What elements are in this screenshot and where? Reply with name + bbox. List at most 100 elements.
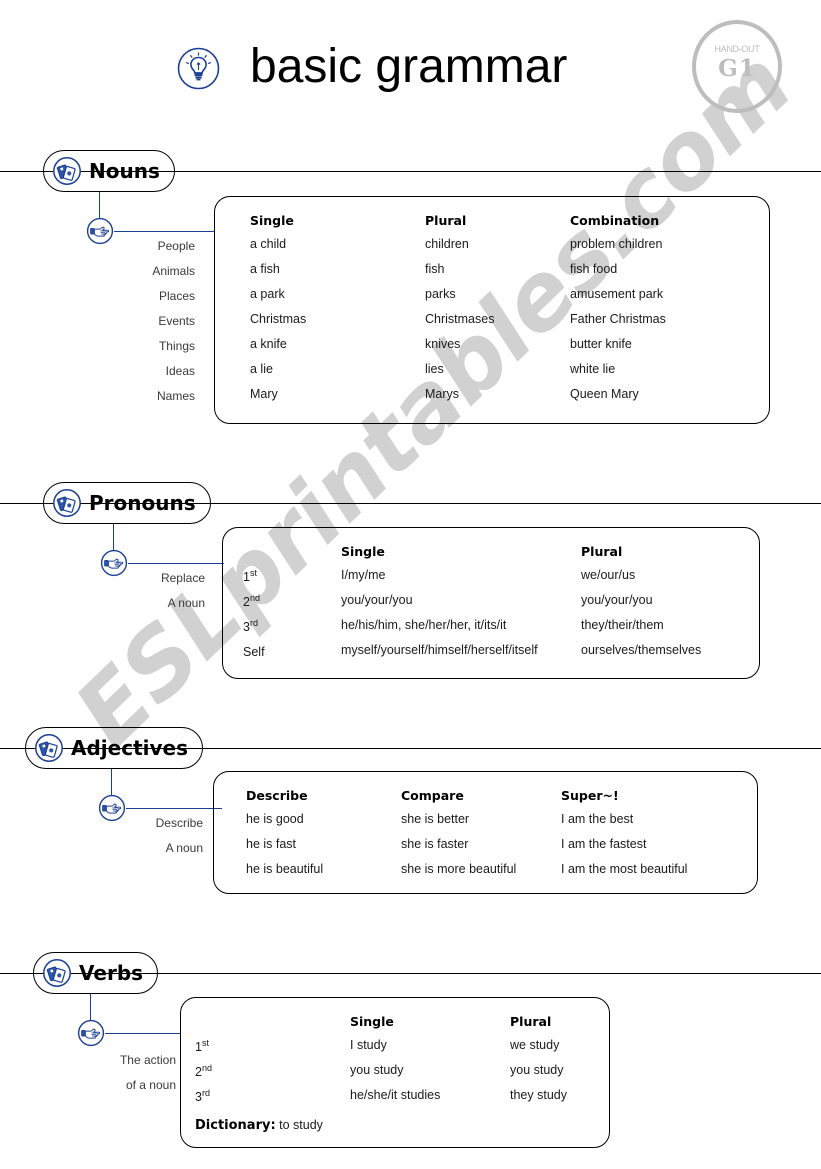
cell: I am the most beautiful [561, 862, 688, 876]
column-header: Compare [401, 788, 464, 803]
table-panel-nouns: Single Plural Combination a child childr… [214, 196, 770, 424]
column-header: Plural [425, 213, 467, 228]
table-row: 2nd you/your/you you/your/you [243, 593, 759, 618]
adjectives-table: Describe Compare Super~! he is good she … [246, 788, 757, 887]
row-header: 3rd [243, 618, 258, 635]
cards-icon [42, 958, 72, 988]
cell: myself/yourself/himself/herself/itself [341, 643, 538, 657]
side-label: Describe [155, 816, 203, 830]
pointing-hand-icon [77, 1019, 105, 1047]
cell: lies [425, 362, 444, 376]
table-row: 3rd he/she/it studies they study [195, 1088, 609, 1113]
section-pill-pronouns[interactable]: Pronouns [43, 482, 211, 524]
connector-horizontal-nouns [114, 231, 215, 232]
cell: Queen Mary [570, 387, 639, 401]
handout-badge-code: G1 [718, 55, 756, 82]
cards-icon [52, 156, 82, 186]
cell: we study [510, 1038, 560, 1052]
table-panel-verbs: Single Plural 1st I study we study 2nd y… [180, 997, 610, 1148]
side-label: Events [158, 314, 195, 328]
cell: I am the best [561, 812, 634, 826]
table-row: a knife knives butter knife [250, 337, 769, 362]
table-header-row: Single Plural [243, 544, 759, 568]
cell: a fish [250, 262, 280, 276]
cell: amusement park [570, 287, 664, 301]
side-label: Replace [160, 571, 205, 585]
cell: white lie [570, 362, 616, 376]
cell: butter knife [570, 337, 632, 351]
dictionary-cell: Dictionary: to study [195, 1113, 609, 1143]
row-header: 2nd [243, 593, 260, 610]
section-pill-nouns[interactable]: Nouns [43, 150, 175, 192]
page-header: basic grammar HAND-OUT G1 [0, 0, 821, 130]
side-label: People [157, 239, 195, 253]
table-row: a child children problem children [250, 237, 769, 262]
table-row: 2nd you study you study [195, 1063, 609, 1088]
side-label: Ideas [165, 364, 195, 378]
cell: a lie [250, 362, 273, 376]
table-row: Self myself/yourself/himself/herself/its… [243, 643, 759, 668]
table-header-row: Single Plural [195, 1014, 609, 1038]
cell: he is fast [246, 837, 297, 851]
cell: you/your/you [341, 593, 413, 607]
section-title-nouns: Nouns [89, 159, 160, 183]
verbs-table: Single Plural 1st I study we study 2nd y… [195, 1014, 609, 1143]
column-header [195, 1014, 350, 1038]
column-header: Plural [581, 544, 623, 559]
pronouns-table: Single Plural 1st I/my/me we/our/us 2nd … [243, 544, 759, 668]
cell: you/your/you [581, 593, 653, 607]
handout-badge: HAND-OUT G1 [692, 20, 782, 113]
connector-horizontal-adjectives [126, 808, 222, 809]
cell: he/she/it studies [350, 1088, 441, 1102]
table-row: he is fast she is faster I am the fastes… [246, 837, 757, 862]
table-row: 1st I study we study [195, 1038, 609, 1063]
worksheet-page: ESLprintables.com basic grammar HAND-OUT [0, 0, 821, 1169]
cell: he/his/him, she/her/her, it/its/it [341, 618, 507, 632]
page-title: basic grammar [250, 40, 568, 93]
cell: Mary [250, 387, 278, 401]
side-label: The action [119, 1053, 176, 1067]
connector-vertical-pronouns [113, 524, 114, 551]
table-header-row: Describe Compare Super~! [246, 788, 757, 812]
table-row: Christmas Christmases Father Christmas [250, 312, 769, 337]
row-header: Self [243, 645, 265, 660]
cell: you study [350, 1063, 404, 1077]
side-label: of a noun [125, 1078, 176, 1092]
side-label: A noun [167, 596, 205, 610]
section-pill-verbs[interactable]: Verbs [33, 952, 159, 994]
row-header: 3rd [195, 1088, 210, 1105]
column-header: Super~! [561, 788, 619, 803]
cell: we/our/us [581, 568, 636, 582]
table-row: he is good she is better I am the best [246, 812, 757, 837]
table-header-row: Single Plural Combination [250, 213, 769, 237]
section-title-pronouns: Pronouns [89, 491, 196, 515]
connector-vertical-adjectives [111, 769, 112, 796]
cell: a park [250, 287, 285, 301]
cell: you study [510, 1063, 564, 1077]
cell: they study [510, 1088, 567, 1102]
lightbulb-icon [177, 47, 220, 90]
connector-vertical-verbs [90, 994, 91, 1021]
cell: he is beautiful [246, 862, 324, 876]
table-row: a lie lies white lie [250, 362, 769, 387]
table-row: a fish fish fish food [250, 262, 769, 287]
section-title-verbs: Verbs [79, 961, 144, 985]
section-pill-adjectives[interactable]: Adjectives [25, 727, 203, 769]
row-header: 1st [195, 1038, 209, 1055]
cell: she is faster [401, 837, 469, 851]
cell: they/their/them [581, 618, 664, 632]
table-row: a park parks amusement park [250, 287, 769, 312]
side-label: Things [158, 339, 195, 353]
cards-icon [52, 488, 82, 518]
cell: a child [250, 237, 287, 251]
cell: she is better [401, 812, 470, 826]
cards-icon [34, 733, 64, 763]
connector-horizontal-verbs [105, 1033, 181, 1034]
dictionary-label: Dictionary: [195, 1118, 276, 1133]
cell: I study [350, 1038, 387, 1052]
side-labels-nouns: People Animals Places Events Things Idea… [110, 234, 195, 409]
cell: knives [425, 337, 461, 351]
cell: children [425, 237, 469, 251]
section-title-adjectives: Adjectives [71, 736, 188, 760]
row-header: 2nd [195, 1063, 212, 1080]
